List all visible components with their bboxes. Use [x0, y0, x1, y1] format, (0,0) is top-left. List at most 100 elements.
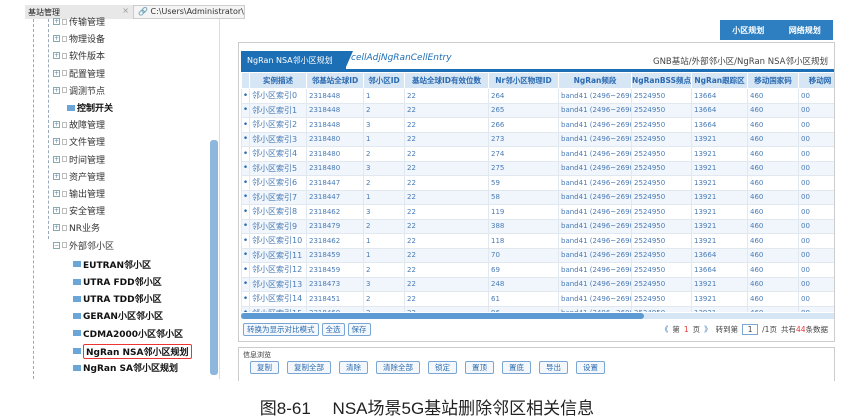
table-row[interactable]: •邻小区索引32318480122273band41 (2496~2690MHz… — [241, 131, 834, 147]
tree-item[interactable]: + 故障管理 — [53, 118, 105, 131]
table-row[interactable]: •邻小区索引102318462122118band41 (2496~2690MH… — [241, 233, 834, 249]
tree-item[interactable]: + 调测节点 — [53, 84, 105, 97]
tree-item-label: 调测节点 — [69, 86, 106, 97]
expand-icon[interactable]: + — [53, 207, 60, 215]
settings-button[interactable]: 设置 — [576, 361, 605, 374]
expand-icon[interactable]: + — [53, 224, 60, 232]
expand-icon[interactable]: + — [53, 190, 60, 197]
tree-child-item[interactable]: UTRA FDD邻小区 — [73, 275, 162, 288]
next-page-icon[interactable]: 》 — [704, 324, 712, 335]
table-cell: 3 — [363, 117, 405, 133]
table-row[interactable]: •邻小区索引12231845922269band41 (2496~2690MHz… — [241, 262, 834, 278]
expand-icon[interactable]: + — [53, 155, 60, 163]
column-header[interactable]: 基站全球ID有效位数 — [404, 72, 489, 89]
expand-icon[interactable]: + — [53, 138, 60, 146]
expand-icon[interactable]: + — [53, 52, 60, 60]
tree-item[interactable]: + 传输管理 — [53, 15, 105, 28]
collapse-icon[interactable]: − — [53, 241, 60, 249]
tree-item-label: 物理设备 — [69, 35, 106, 46]
folder-icon — [62, 70, 67, 77]
tree-item[interactable]: + 安全管理 — [53, 204, 105, 217]
scrollbar-thumb[interactable] — [241, 313, 645, 319]
bottom-button[interactable]: 置底 — [502, 361, 531, 374]
tree-item[interactable]: + 文件管理 — [53, 135, 105, 148]
close-icon[interactable]: × — [122, 6, 129, 15]
network-planning-button[interactable]: 网络规划 — [789, 25, 821, 36]
tree-item[interactable]: + 物理设备 — [53, 32, 105, 45]
goto-page-input[interactable]: 1 — [742, 324, 759, 335]
lock-button[interactable]: 锁定 — [428, 361, 457, 374]
tree-item[interactable]: + 软件版本 — [53, 49, 105, 62]
tree-child-item[interactable]: CDMA2000小区邻小区 — [73, 327, 183, 340]
column-header[interactable]: 邻小区ID — [363, 72, 405, 89]
copy-button[interactable]: 复制 — [250, 361, 279, 374]
tree-child-item[interactable]: NgRan NSA邻小区规划 — [73, 343, 192, 359]
tree-item[interactable]: − 外部邻小区 — [53, 239, 114, 252]
tree-child-item[interactable]: GERAN小区邻小区 — [73, 309, 163, 322]
table-cell: band41 (2496~2690MHz) — [558, 218, 632, 234]
tab-file-path[interactable]: 🔗 C:\Users\Administrator\[ — [133, 5, 245, 19]
table-cell: 13664 — [691, 262, 748, 278]
save-button[interactable]: 保存 — [347, 323, 371, 336]
panel-title-tab[interactable]: NgRan NSA邻小区规划 — [241, 51, 346, 69]
expand-icon[interactable]: + — [53, 172, 60, 180]
export-button[interactable]: 导出 — [539, 361, 568, 374]
table-cell: 460 — [747, 233, 799, 249]
folder-icon — [62, 207, 67, 214]
toggle-compare-mode-button[interactable]: 转换为显示对比模式 — [243, 323, 319, 336]
table-row[interactable]: •邻小区索引82318462322119band41 (2496~2690MHz… — [241, 204, 834, 220]
copy-all-button[interactable]: 复制全部 — [287, 361, 331, 374]
column-header[interactable]: 实例描述 — [249, 72, 307, 89]
clear-all-button[interactable]: 清除全部 — [376, 361, 420, 374]
column-header[interactable]: Nr邻小区物理ID — [488, 72, 559, 89]
table-row[interactable]: •邻小区索引11231845912270band41 (2496~2690MHz… — [241, 247, 834, 263]
tree-child-item[interactable]: UTRA TDD邻小区 — [73, 292, 162, 305]
table-row[interactable]: •邻小区索引02318448122264band41 (2496~2690MHz… — [241, 88, 834, 104]
table-cell: 13921 — [691, 175, 748, 191]
table-cell: 2318448 — [306, 102, 364, 118]
tree-item[interactable]: 控制开关 — [67, 101, 113, 114]
table-row[interactable]: •邻小区索引42318480222274band41 (2496~2690MHz… — [241, 146, 834, 162]
expand-icon[interactable]: + — [53, 86, 60, 94]
cell-planning-button[interactable]: 小区规划 — [732, 25, 764, 36]
table-cell: band41 (2496~2690MHz) — [558, 262, 632, 278]
tree-item[interactable]: + 时间管理 — [53, 153, 105, 166]
table-cell: 274 — [488, 146, 559, 162]
table-row[interactable]: •邻小区索引132318473322248band41 (2496~2690MH… — [241, 276, 834, 292]
column-header[interactable]: NgRan跟踪区 — [691, 72, 748, 89]
column-header[interactable]: 移动网 — [798, 72, 834, 89]
table-cell: 460 — [747, 175, 799, 191]
horizontal-scrollbar[interactable] — [241, 313, 834, 319]
table-row[interactable]: •邻小区索引12318448222265band41 (2496~2690MHz… — [241, 102, 834, 118]
tree-child-item[interactable]: EUTRAN邻小区 — [73, 258, 151, 271]
table-row[interactable]: •邻小区索引6231844722259band41 (2496~2690MHz)… — [241, 175, 834, 191]
tree-item-label: 配置管理 — [69, 69, 106, 80]
expand-icon[interactable]: + — [53, 35, 60, 43]
table-row[interactable]: •邻小区索引14231845122261band41 (2496~2690MHz… — [241, 291, 834, 307]
table-cell: 13921 — [691, 146, 748, 162]
tree-item[interactable]: + NR业务 — [53, 221, 100, 234]
row-marker: • — [241, 189, 250, 205]
expand-icon[interactable]: + — [53, 121, 60, 129]
table-row[interactable]: •邻小区索引52318480322275band41 (2496~2690MHz… — [241, 160, 834, 176]
top-button[interactable]: 置顶 — [465, 361, 494, 374]
expand-icon[interactable]: + — [53, 18, 60, 25]
tree-item[interactable]: + 配置管理 — [53, 67, 105, 80]
tree-item[interactable]: + 资产管理 — [53, 170, 105, 183]
tree-item[interactable]: + 输出管理 — [53, 187, 105, 200]
prev-page-icon[interactable]: 《 — [661, 324, 669, 335]
column-header[interactable]: 移动国家码 — [747, 72, 799, 89]
tree-item-label: 输出管理 — [69, 190, 106, 200]
column-header[interactable]: NgRan频段 — [558, 72, 632, 89]
tree-child-item[interactable]: NgRan SA邻小区规划 — [73, 361, 178, 374]
table-row[interactable]: •邻小区索引22318448322266band41 (2496~2690MHz… — [241, 117, 834, 133]
clear-button[interactable]: 清除 — [339, 361, 368, 374]
tree-scrollbar[interactable] — [210, 140, 218, 375]
expand-icon[interactable]: + — [53, 69, 60, 77]
select-all-button[interactable]: 全选 — [321, 323, 345, 336]
table-row[interactable]: •邻小区索引15231846022296band41 (2496~2690MHz… — [241, 305, 834, 312]
table-row[interactable]: •邻小区索引92318479222388band41 (2496~2690MHz… — [241, 218, 834, 234]
table-row[interactable]: •邻小区索引7231844712258band41 (2496~2690MHz)… — [241, 189, 834, 205]
column-header[interactable]: 邻基站全球ID — [306, 72, 364, 89]
column-header[interactable]: NgRanBSS频点 — [631, 72, 692, 89]
